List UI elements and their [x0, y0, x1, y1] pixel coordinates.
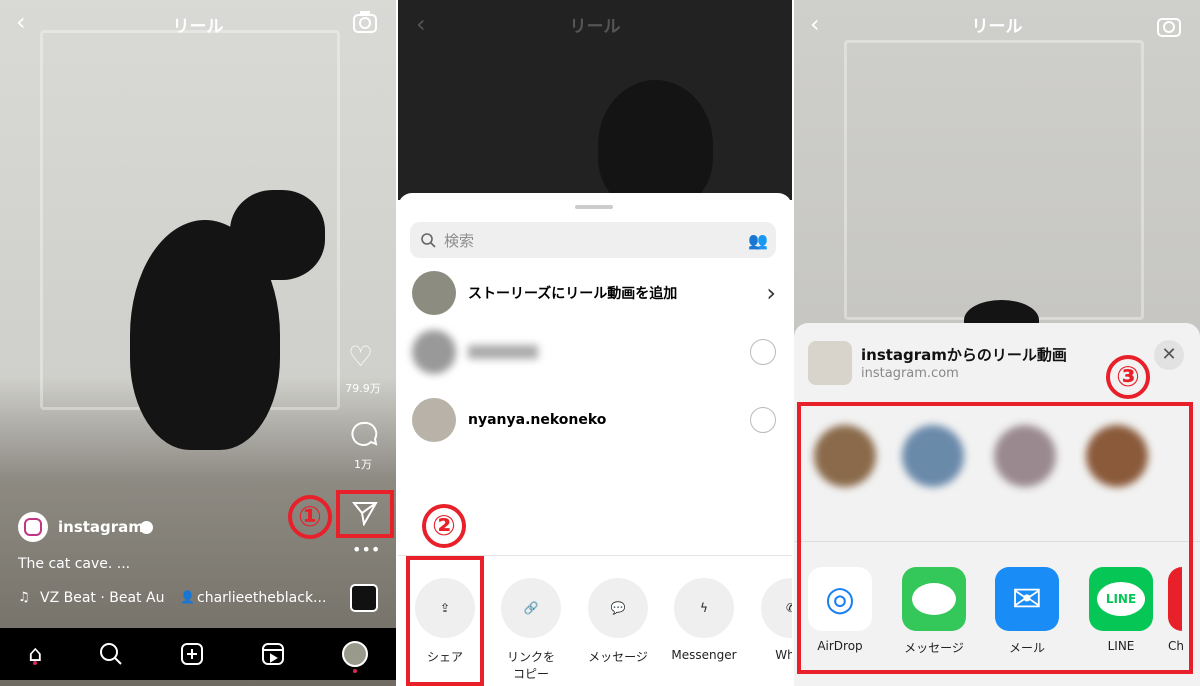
reels-icon[interactable]	[261, 642, 285, 666]
cat-head	[230, 190, 325, 280]
select-radio[interactable]	[750, 407, 776, 433]
step-1-marker: ①	[288, 495, 332, 539]
more-icon[interactable]: •••	[352, 540, 380, 559]
reel-screen: ‹ リール ♡ 79.9万 1万 ① ••• instagram The cat…	[0, 0, 396, 686]
messenger-icon: ϟ	[674, 578, 734, 638]
like-count: 79.9万	[345, 382, 381, 395]
whatsapp-button[interactable]: ✆ What	[756, 578, 792, 662]
label: Messenger	[671, 648, 737, 662]
highlight-share	[406, 556, 484, 686]
link-icon: 🔗	[501, 578, 561, 638]
row-label: ストーリーズにリール動画を追加	[468, 286, 678, 302]
avatar	[412, 271, 456, 315]
share-thumbnail	[808, 341, 852, 385]
comment-icon[interactable]	[350, 420, 378, 448]
chevron-right-icon: ›	[766, 279, 776, 307]
music-title[interactable]: VZ Beat · Beat Au	[40, 590, 164, 606]
bottom-nav: ⌂	[0, 628, 396, 680]
like-icon[interactable]: ♡	[348, 340, 373, 373]
door-background	[844, 40, 1144, 320]
profile-avatar[interactable]	[341, 641, 368, 673]
comment-count: 1万	[354, 458, 372, 471]
music-icon: ♫	[18, 590, 30, 605]
close-button[interactable]: ✕	[1154, 340, 1184, 370]
messenger-button[interactable]: ϟ Messenger	[669, 578, 739, 662]
camera-icon[interactable]	[352, 10, 378, 34]
search-icon	[421, 233, 436, 248]
copy-link-button[interactable]: 🔗 リンクを コピー	[496, 578, 566, 682]
page-title: リール	[971, 17, 1023, 37]
avatar	[412, 330, 456, 374]
whatsapp-icon: ✆	[761, 578, 792, 638]
label: メッセージ	[588, 650, 648, 664]
add-icon[interactable]	[180, 642, 204, 666]
account-name[interactable]: instagram	[58, 518, 144, 536]
row-label: nyanya.nekoneko	[468, 412, 607, 428]
sheet-handle[interactable]	[575, 205, 613, 209]
select-radio[interactable]	[750, 339, 776, 365]
blurred-name	[468, 345, 538, 359]
avatar	[412, 398, 456, 442]
person-icon: 👤	[180, 590, 195, 604]
audio-thumbnail[interactable]	[350, 584, 378, 612]
step-3-marker: ③	[1106, 355, 1150, 399]
add-people-icon[interactable]: 👥	[748, 231, 768, 250]
send-icon[interactable]	[352, 500, 378, 526]
contact-row[interactable]: nyanya.nekoneko	[412, 395, 778, 445]
verified-icon	[140, 521, 153, 534]
share-domain: instagram.com	[861, 366, 959, 381]
label: What	[775, 648, 792, 662]
page-title: リール	[569, 17, 621, 37]
share-sheet-screen: ‹ リール 検索 👥 ストーリーズにリール動画を追加 › nyanya.neko…	[398, 0, 792, 686]
account-avatar[interactable]	[18, 512, 48, 542]
search-placeholder: 検索	[444, 231, 475, 250]
message-button[interactable]: 💬 メッセージ	[583, 578, 653, 665]
contact-row[interactable]	[412, 327, 778, 377]
share-title: instagramからのリール動画	[861, 346, 1067, 364]
search-icon[interactable]	[99, 642, 123, 666]
message-icon: 💬	[588, 578, 648, 638]
tagged-user[interactable]: charlieetheblack...	[197, 590, 326, 606]
ios-share-screen: ‹ リール instagramからのリール動画 instagram.com ✕ …	[794, 0, 1200, 686]
cat-image	[598, 80, 713, 210]
camera-icon[interactable]	[1156, 14, 1182, 38]
add-to-story-row[interactable]: ストーリーズにリール動画を追加 ›	[412, 268, 778, 318]
home-icon[interactable]: ⌂	[28, 642, 42, 667]
page-title: リール	[172, 17, 224, 37]
label: リンクを コピー	[506, 650, 555, 681]
search-input[interactable]: 検索 👥	[410, 222, 776, 258]
highlight-share-targets	[797, 402, 1193, 674]
step-2-marker: ②	[422, 504, 466, 548]
caption[interactable]: The cat cave. ...	[18, 556, 130, 572]
